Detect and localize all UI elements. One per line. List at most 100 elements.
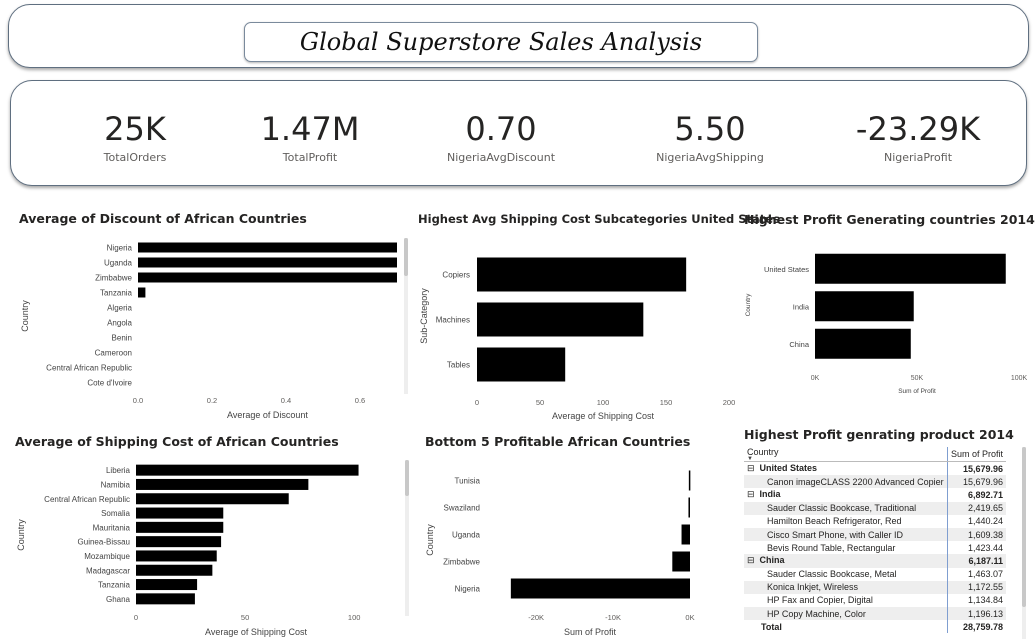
bar[interactable]: [136, 521, 224, 533]
matrix-group-row[interactable]: ⊟ United States 15,679.96: [744, 461, 1006, 476]
bar[interactable]: [136, 564, 213, 576]
x-tick-label: 0.0: [133, 396, 143, 405]
category-label: Liberia: [106, 466, 131, 475]
bar[interactable]: [477, 257, 687, 292]
matrix-product-row[interactable]: Hamilton Beach Refrigerator, Red 1,440.24: [744, 514, 1006, 528]
category-label: Cote d'Ivoire: [87, 379, 132, 388]
y-axis-title: Country: [425, 524, 435, 556]
matrix-total-row[interactable]: Total 28,759.78: [744, 620, 1006, 634]
bar[interactable]: [815, 328, 911, 359]
matrix-cell-label: Konica Inkjet, Wireless: [744, 580, 948, 594]
category-label: Uganda: [104, 259, 133, 268]
matrix-cell-label: ⊟ United States: [747, 463, 818, 474]
category-label: Cameroon: [95, 349, 132, 358]
discount-chart-scroll-thumb[interactable]: [404, 238, 408, 276]
x-tick-label: 200: [723, 398, 736, 407]
collapse-icon[interactable]: ⊟: [747, 555, 755, 565]
collapse-icon[interactable]: ⊟: [747, 463, 755, 473]
matrix-product-row[interactable]: HP Copy Machine, Color 1,196.13: [744, 607, 1006, 621]
x-axis-title: Sum of Profit: [564, 627, 617, 637]
matrix-product-row[interactable]: Sauder Classic Bookcase, Metal 1,463.07: [744, 567, 1006, 581]
bar[interactable]: [136, 550, 217, 562]
bar[interactable]: [138, 272, 397, 283]
matrix-cell-value: 28,759.78: [946, 620, 1006, 634]
bar[interactable]: [681, 524, 690, 545]
matrix-product-row[interactable]: Cisco Smart Phone, with Caller ID 1,609.3…: [744, 527, 1006, 542]
x-tick-label: 100: [597, 398, 610, 407]
matrix-cell-label: Sauder Classic Bookcase, Metal: [767, 569, 897, 580]
matrix-cell-value: 1,609.38: [946, 527, 1006, 542]
matrix-cell-label: ⊟ India: [747, 489, 781, 500]
matrix-cell-value: 6,187.11: [946, 554, 1006, 568]
matrix-header-profit[interactable]: Sum of Profit: [946, 447, 1006, 462]
bar[interactable]: [136, 464, 359, 476]
category-label: Tunisia: [455, 477, 481, 486]
matrix-product-row[interactable]: Canon imageCLASS 2200 Advanced Copier 15,…: [744, 475, 1006, 489]
matrix-product-row[interactable]: Konica Inkjet, Wireless 1,172.55: [744, 580, 1006, 594]
bar[interactable]: [136, 493, 289, 505]
matrix-group-row[interactable]: ⊟ China 6,187.11: [744, 554, 1006, 568]
matrix-header-country[interactable]: Country ▼: [744, 447, 948, 462]
category-label: Algeria: [107, 304, 132, 313]
bar[interactable]: [815, 291, 914, 322]
matrix-product-row[interactable]: Bevis Round Table, Rectangular 1,423.44: [744, 541, 1006, 555]
category-label: Uganda: [452, 531, 481, 540]
bar[interactable]: [138, 242, 397, 253]
bar[interactable]: [136, 593, 195, 605]
matrix-body: ⊟ United States 15,679.96 Canon imageCLASS …: [744, 461, 1006, 634]
category-label: Zimbabwe: [443, 558, 480, 567]
category-label: Central African Republic: [46, 364, 132, 373]
bar[interactable]: [672, 551, 690, 572]
bar[interactable]: [136, 507, 224, 519]
shipping-chart-scroll-thumb[interactable]: [405, 460, 409, 496]
x-axis-title: Average of Shipping Cost: [205, 627, 307, 637]
category-label: China: [789, 340, 809, 349]
category-label: Ghana: [106, 595, 131, 604]
collapse-icon[interactable]: ⊟: [747, 489, 755, 499]
matrix-cell-value: 2,419.65: [946, 501, 1006, 515]
bar[interactable]: [815, 253, 1006, 284]
x-tick-label: 150: [660, 398, 673, 407]
bar[interactable]: [477, 347, 566, 382]
matrix-cell-label: Hamilton Beach Refrigerator, Red: [767, 516, 902, 527]
category-label: Swaziland: [444, 504, 480, 513]
bar[interactable]: [138, 287, 146, 298]
matrix-cell-value: 1,423.44: [946, 541, 1006, 555]
matrix-product-row[interactable]: Sauder Classic Bookcase, Traditional 2,41…: [744, 501, 1006, 515]
x-tick-label: 50: [241, 613, 249, 622]
bar[interactable]: [477, 302, 644, 337]
bar[interactable]: [136, 536, 222, 548]
bar[interactable]: [136, 478, 309, 490]
x-tick-label: 50K: [911, 375, 924, 382]
matrix-cell-label: Cisco Smart Phone, with Caller ID: [744, 527, 948, 542]
category-label: Machines: [436, 316, 470, 325]
matrix-scroll-thumb[interactable]: [1022, 447, 1026, 607]
matrix-cell-value: 1,172.55: [946, 580, 1006, 594]
category-label: Benin: [112, 334, 132, 343]
bar[interactable]: [688, 470, 691, 491]
category-label: Central African Republic: [44, 495, 130, 504]
x-tick-label: 0.6: [355, 396, 365, 405]
category-label: Zimbabwe: [95, 274, 132, 283]
x-tick-label: -10K: [605, 613, 621, 622]
category-label: Tables: [447, 361, 470, 370]
category-label: Somalia: [101, 509, 130, 518]
x-axis-title: Average of Shipping Cost: [552, 411, 654, 421]
y-axis-title: Sub-Category: [419, 288, 429, 344]
matrix-cell-value: 15,679.96: [946, 475, 1006, 489]
x-tick-label: -20K: [528, 613, 544, 622]
bar[interactable]: [138, 257, 397, 268]
bar[interactable]: [136, 579, 198, 591]
matrix-cell-value: 1,196.13: [946, 607, 1006, 621]
profit-product-matrix[interactable]: Country ▼ Sum of Profit ⊟ United States 15,…: [744, 447, 1006, 634]
bar[interactable]: [510, 578, 690, 599]
bar[interactable]: [688, 497, 690, 518]
y-axis-title: Country: [745, 293, 752, 317]
matrix-group-row[interactable]: ⊟ India 6,892.71: [744, 488, 1006, 502]
matrix-product-row[interactable]: HP Fax and Copier, Digital 1,134.84: [744, 593, 1006, 608]
category-label: Tanzania: [98, 581, 131, 590]
y-axis-title: Country: [16, 519, 26, 551]
x-axis-title: Sum of Profit: [898, 388, 936, 395]
y-axis-title: Country: [20, 300, 30, 332]
category-label: Namibia: [101, 480, 131, 489]
